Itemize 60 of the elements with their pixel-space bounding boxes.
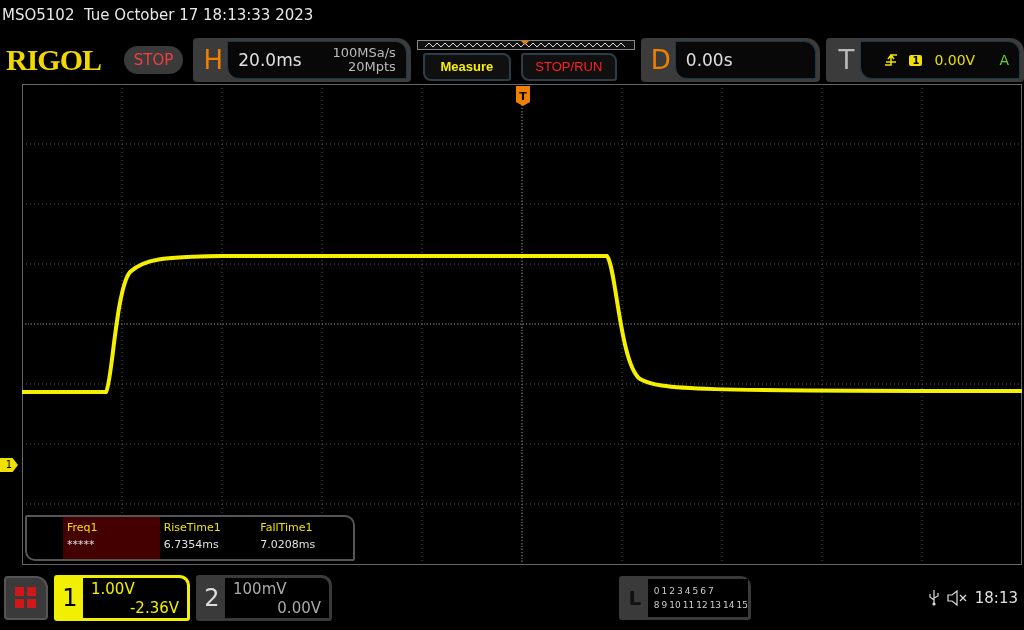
logic-channel-number: 9 [661,600,668,610]
measure-button[interactable]: Measure [422,52,511,81]
grid-squares-icon [15,587,37,609]
horizontal-label: H [202,45,225,75]
trigger-mode: A [999,52,1009,68]
measurement-name: Freq1 [67,521,99,534]
title-bar-text: MSO5102 Tue October 17 18:13:33 2023 [1,5,315,26]
trigger-panel[interactable]: T 1 0.00V A [826,38,1024,82]
measurement-cell[interactable]: FallTime1 7.0208ms [256,517,353,559]
trigger-position-marker[interactable]: T [516,86,530,106]
timebase-value: 20.0ms [238,50,302,70]
menu-button[interactable] [4,576,48,620]
memory-depth: 20Mpts [347,60,396,74]
channel-panel[interactable]: 1 1.00V -2.36V [54,575,190,621]
trigger-label: T [837,45,856,75]
sample-rate: 100MSa/s [332,46,396,60]
channel-offset: -2.36V [129,599,179,618]
logic-channel-number: 11 [682,600,695,610]
channel-scale: 1.00V [91,580,135,599]
delay-value: 0.00s [685,50,733,70]
measurement-name: RiseTime1 [163,521,222,534]
channel-number: 2 [203,583,221,614]
logic-channel-number: 7 [707,586,714,596]
logic-channel-number: 4 [684,586,691,596]
muted-speaker-icon[interactable] [946,590,967,606]
logic-channel-number: 5 [692,586,699,596]
logic-channel-number: 14 [723,600,735,610]
logic-channel-number: 3 [677,586,683,596]
status-clock: 18:13 [974,589,1018,607]
measurement-value: 6.7354ms [163,538,220,551]
trigger-level: 0.00V [934,52,976,68]
memory-strip-icon [416,39,635,50]
rising-edge-icon [885,54,898,66]
delay-panel[interactable]: D 0.00s [640,38,821,82]
channel-marker[interactable]: 1 [0,458,18,472]
logic-channel-number: 2 [669,586,675,596]
measurement-value: 7.0208ms [260,538,317,551]
logic-channel-number: 13 [709,600,722,610]
run-state-badge: STOP [123,46,184,74]
brand-logo: RIGOL [6,43,103,77]
logic-channel-number: 12 [696,600,708,610]
channel-scale: 100mV [233,580,287,599]
logic-channel-number: 8 [653,600,660,610]
trigger-source-badge: 1 [909,54,923,66]
delay-label: D [649,45,672,75]
logic-channel-number: 1 [661,586,668,596]
logic-channel-number: 0 [653,586,660,596]
logic-channel-number: 10 [669,600,681,610]
channel-panel[interactable]: 2 100mV 0.00V [196,575,332,621]
measurement-cell[interactable]: Freq1 ***** [63,517,160,559]
channel-offset: 0.00V [277,599,321,618]
measurement-cell[interactable]: RiseTime1 6.7354ms [159,517,257,559]
measurement-name: FallTime1 [260,521,314,534]
logic-channel-number: 6 [700,586,706,596]
measurement-value: ***** [67,538,96,551]
logic-channel-number: 15 [736,600,748,610]
usb-icon [928,590,939,606]
stop-run-button[interactable]: STOP/RUN [520,52,617,81]
channel-number: 1 [61,583,79,614]
horizontal-panel[interactable]: H 20.0ms 100MSa/s 20Mpts [193,38,411,82]
